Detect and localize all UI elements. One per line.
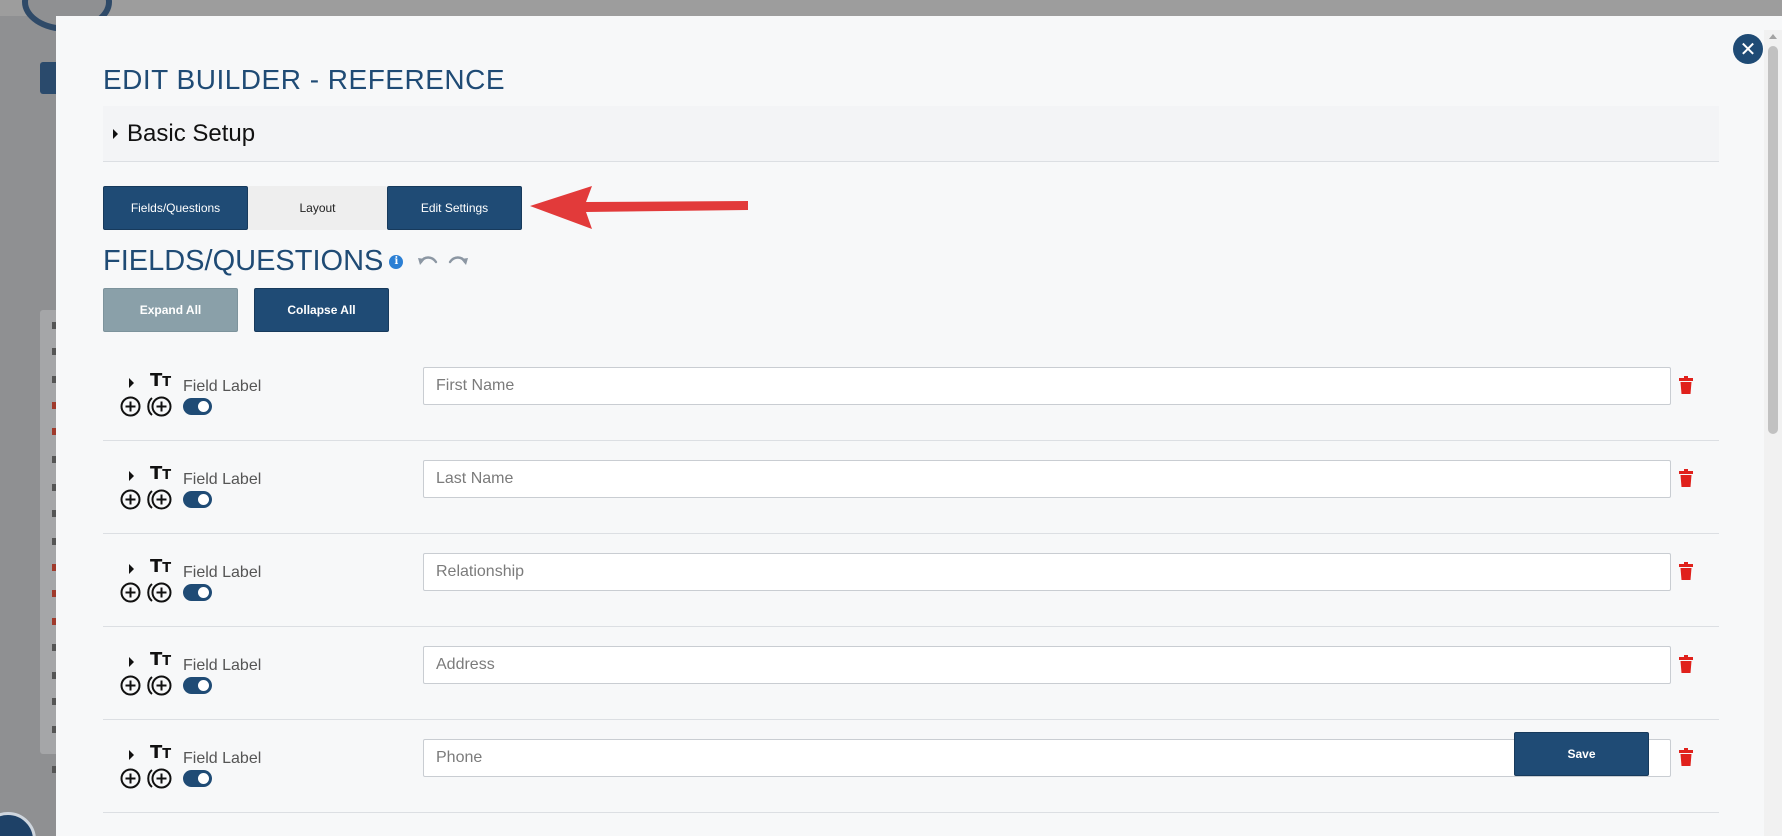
text-size-icon: TT	[150, 463, 172, 484]
expand-field-caret-icon[interactable]	[129, 564, 134, 574]
basic-setup-accordion[interactable]: Basic Setup	[103, 106, 1719, 162]
field-enabled-toggle[interactable]	[183, 398, 212, 415]
add-conditional-icon[interactable]	[146, 675, 172, 696]
field-enabled-toggle[interactable]	[183, 491, 212, 508]
add-conditional-icon[interactable]	[146, 768, 172, 789]
field-row: TT Field Label	[103, 534, 1719, 627]
background-header	[0, 0, 1782, 16]
trash-icon[interactable]	[1679, 469, 1693, 487]
trash-icon[interactable]	[1679, 562, 1693, 580]
builder-tabs: Fields/Questions Layout Edit Settings	[103, 186, 522, 230]
field-enabled-toggle[interactable]	[183, 677, 212, 694]
chat-bubble-icon[interactable]	[0, 812, 36, 836]
undo-icon[interactable]	[417, 253, 439, 271]
field-input[interactable]	[423, 646, 1671, 684]
field-row: TT Field Label	[103, 627, 1719, 720]
field-enabled-toggle[interactable]	[183, 584, 212, 601]
field-label: Field Label	[183, 750, 262, 767]
add-field-icon[interactable]	[120, 489, 141, 510]
field-input[interactable]	[423, 460, 1671, 498]
add-conditional-icon[interactable]	[146, 489, 172, 510]
caret-right-icon	[113, 128, 118, 139]
text-size-icon: TT	[150, 556, 172, 577]
info-icon[interactable]: i	[389, 254, 404, 269]
add-field-icon[interactable]	[120, 768, 141, 789]
trash-icon[interactable]	[1679, 748, 1693, 766]
add-field-icon[interactable]	[120, 582, 141, 603]
redo-icon[interactable]	[447, 253, 469, 271]
section-title: FIELDS/QUESTIONS	[103, 245, 384, 277]
modal-title: EDIT BUILDER - REFERENCE	[103, 64, 505, 95]
modal-scrollbar[interactable]	[1764, 30, 1782, 836]
field-label: Field Label	[183, 657, 262, 674]
annotation-arrow-icon	[530, 186, 748, 229]
section-header: FIELDS/QUESTIONS i	[103, 245, 469, 278]
add-conditional-icon[interactable]	[146, 582, 172, 603]
add-field-icon[interactable]	[120, 675, 141, 696]
expand-field-caret-icon[interactable]	[129, 657, 134, 667]
text-size-icon: TT	[150, 370, 172, 391]
field-label: Field Label	[183, 378, 262, 395]
field-row: TT Field Label	[103, 348, 1719, 441]
field-enabled-toggle[interactable]	[183, 770, 212, 787]
expand-field-caret-icon[interactable]	[129, 750, 134, 760]
field-label: Field Label	[183, 471, 262, 488]
scroll-up-arrow-icon[interactable]	[1769, 34, 1777, 39]
field-input[interactable]	[423, 553, 1671, 591]
field-input[interactable]	[423, 367, 1671, 405]
expand-field-caret-icon[interactable]	[129, 378, 134, 388]
text-size-icon: TT	[150, 742, 172, 763]
collapse-all-button[interactable]: Collapse All	[254, 288, 389, 332]
expand-field-caret-icon[interactable]	[129, 471, 134, 481]
basic-setup-label: Basic Setup	[127, 119, 256, 147]
tab-fields-questions[interactable]: Fields/Questions	[103, 186, 248, 230]
field-row: TT Field Label	[103, 441, 1719, 534]
tab-edit-settings[interactable]: Edit Settings	[387, 186, 522, 230]
add-field-icon[interactable]	[120, 396, 141, 417]
field-input[interactable]	[423, 739, 1671, 777]
tab-layout[interactable]: Layout	[248, 186, 387, 230]
expand-all-button[interactable]: Expand All	[103, 288, 238, 332]
add-conditional-icon[interactable]	[146, 396, 172, 417]
scroll-thumb[interactable]	[1768, 46, 1778, 434]
trash-icon[interactable]	[1679, 376, 1693, 394]
save-button[interactable]: Save	[1514, 732, 1649, 776]
field-label: Field Label	[183, 564, 262, 581]
text-size-icon: TT	[150, 649, 172, 670]
trash-icon[interactable]	[1679, 655, 1693, 673]
field-row: TT Field Label	[103, 720, 1719, 813]
close-icon[interactable]: ✕	[1733, 34, 1763, 64]
